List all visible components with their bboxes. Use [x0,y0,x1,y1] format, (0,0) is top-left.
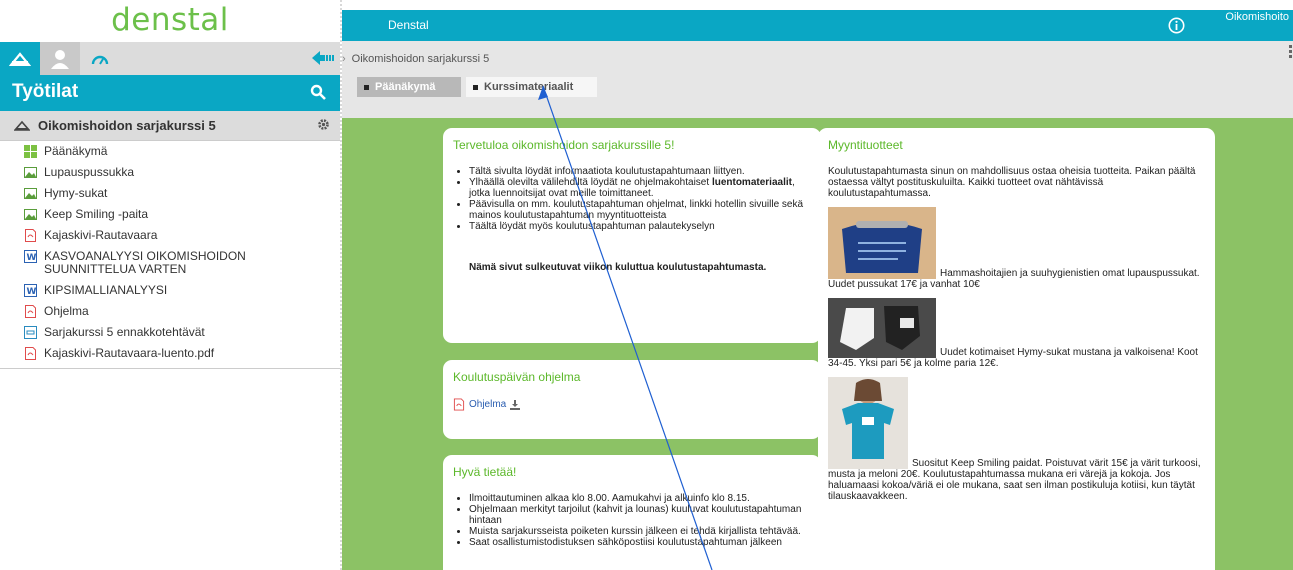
sidebar-item-label: Lupauspussukka [44,165,135,179]
program-title: Koulutuspäivän ohjelma [453,370,581,384]
more-menu-icon[interactable] [1289,45,1293,60]
svg-text:W: W [27,253,37,263]
sidebar-item-label: Ohjelma [44,304,89,318]
logo[interactable]: denstal [0,0,340,42]
program-link-row: Ohjelma [453,398,811,411]
tab-dashboard[interactable] [80,42,120,75]
socks-image [828,298,936,358]
workspaces-title: Työtilat [12,81,79,102]
bullet-text: Ylhäällä olevilta välilehdiltä löydät ne… [469,177,712,188]
pdf-icon [25,347,36,360]
speedometer-icon [91,55,109,65]
good-to-know-card: Hyvä tietää! Ilmoittautuminen alkaa klo … [443,455,821,570]
welcome-card: Tervetuloa oikomishoidon sarjakurssille … [443,128,821,343]
shop-card: Myyntituotteet Koulutustapahtumasta sinu… [818,128,1215,570]
list-item: Ilmoittautuminen alkaa klo 8.00. Aamukah… [469,493,811,504]
sidebar-item-kipsimallianalyysi[interactable]: W KIPSIMALLIANALYYSI [0,280,340,301]
sidebar-item-ohjelma[interactable]: Ohjelma [0,301,340,322]
sidebar-item-label: Sarjakurssi 5 ennakkotehtävät [44,325,205,339]
good-to-know-list: Ilmoittautuminen alkaa klo 8.00. Aamukah… [469,493,811,548]
search-icon[interactable] [310,84,326,103]
sidebar-item-kajaskivi-luento[interactable]: Kajaskivi-Rautavaara-luento.pdf [0,343,340,364]
sidebar-item-label: KIPSIMALLIANALYYSI [44,283,168,297]
image-icon [24,209,37,220]
user-menu[interactable]: Oikomishoito [1225,11,1289,23]
arrow-left-icon [312,51,334,65]
list-item: Täältä löydät myös koulutustapahtuman pa… [469,221,811,232]
cloud-icon [9,51,31,66]
sidebar-item-label: Kajaskivi-Rautavaara-luento.pdf [44,346,215,360]
program-card: Koulutuspäivän ohjelma Ohjelma [443,360,821,439]
shop-title: Myyntituotteet [828,138,903,152]
svg-text:W: W [27,287,37,297]
image-icon [24,188,37,199]
breadcrumb: › Oikomishoidon sarjakurssi 5 [342,53,489,65]
sidebar-list: Päänäkymä Lupauspussukka Hymy-sukat Keep… [0,141,340,369]
sidebar-item-label: Kajaskivi-Rautavaara [44,228,158,242]
breadcrumb-item[interactable]: Oikomishoidon sarjakurssi 5 [352,53,490,65]
product-purse: Hammashoitajien ja suuhygienistien omat … [828,207,1205,290]
word-icon: W [24,284,37,297]
logo-text: denstal [111,2,229,38]
list-item: Ohjelmaan merkityt tarjoilut (kahvit ja … [469,504,811,526]
user-icon [51,49,69,69]
main-content: Tervetuloa oikomishoidon sarjakurssille … [342,118,1293,570]
grid-icon [24,145,37,158]
list-item: Päävisulla on mm. koulutustapahtuman ohj… [469,199,811,221]
list-item: Ylhäällä olevilta välilehdiltä löydät ne… [469,177,811,199]
tab-profile[interactable] [40,42,80,75]
list-item: Tältä sivulta löydät informaatiota koulu… [469,166,811,177]
app-root: denstal Työtilat Oikomishoidon sarjakurs… [0,0,1293,570]
sidebar-item-label: KASVOANALYYSI OIKOMISHOIDON SUUNNITTELUA… [44,249,246,276]
tab-workspaces[interactable] [0,42,40,75]
brand-link[interactable]: Denstal [388,18,429,32]
course-header[interactable]: Oikomishoidon sarjakurssi 5 [0,111,340,141]
sidebar-item-hymy-sukat[interactable]: Hymy-sukat [0,183,340,204]
tab-kurssimateriaalit[interactable]: Kurssimateriaalit [466,77,597,97]
shirt-image [828,377,908,469]
collapse-sidebar-button[interactable] [312,50,334,66]
bullet-bold-text: luentomateriaalit [711,177,792,188]
sidebar-item-paanakyma[interactable]: Päänäkymä [0,141,340,162]
sidebar-item-lupauspussukka[interactable]: Lupauspussukka [0,162,340,183]
good-to-know-title: Hyvä tietää! [453,465,517,479]
program-link[interactable]: Ohjelma [469,399,506,410]
top-bar: Denstal Oikomishoito [342,10,1293,41]
download-icon[interactable] [510,399,521,410]
sidebar-tabs [0,42,340,75]
workspaces-header: Työtilat [0,75,340,111]
form-icon [24,326,37,339]
welcome-title: Tervetuloa oikomishoidon sarjakurssille … [453,138,675,152]
sidebar-item-kajaskivi[interactable]: Kajaskivi-Rautavaara [0,225,340,246]
cloud-icon [13,120,31,134]
sidebar-item-kasvoanalyysi[interactable]: W KASVOANALYYSI OIKOMISHOIDON SUUNNITTEL… [0,246,340,280]
info-icon[interactable] [1168,17,1185,37]
sidebar-item-keep-smiling[interactable]: Keep Smiling -paita [0,204,340,225]
closing-note: Nämä sivut sulkeutuvat viikon kuluttua k… [469,262,767,273]
course-name: Oikomishoidon sarjakurssi 5 [38,118,216,133]
word-icon: W [24,250,37,263]
pdf-icon [25,229,36,242]
sidebar-item-ennakkotehtavat[interactable]: Sarjakurssi 5 ennakkotehtävät [0,322,340,343]
product-shirt: Suositut Keep Smiling paidat. Poistuvat … [828,377,1205,502]
image-icon [24,167,37,178]
tab-paanakyma[interactable]: Päänäkymä [357,77,461,97]
sidebar-item-label: Keep Smiling -paita [44,207,149,221]
shop-intro: Koulutustapahtumasta sinun on mahdollisu… [828,166,1196,199]
welcome-list: Tältä sivulta löydät informaatiota koulu… [469,166,811,232]
pdf-icon [453,398,465,411]
sidebar-item-label: Päänäkymä [44,144,108,158]
gear-icon[interactable] [317,118,330,134]
sidebar: denstal Työtilat Oikomishoidon sarjakurs… [0,0,342,570]
list-item: Muista sarjakursseista poiketen kurssin … [469,526,811,537]
pdf-icon [25,305,36,318]
chevron-right-icon: › [342,53,346,65]
sidebar-item-label: Hymy-sukat [44,186,108,200]
purse-image [828,207,936,279]
product-socks: Uudet kotimaiset Hymy-sukat mustana ja v… [828,298,1205,369]
list-item: Saat osallistumistodistuksen sähköpostii… [469,537,811,548]
breadcrumb-bar: › Oikomishoidon sarjakurssi 5 Päänäkymä K… [342,41,1293,118]
